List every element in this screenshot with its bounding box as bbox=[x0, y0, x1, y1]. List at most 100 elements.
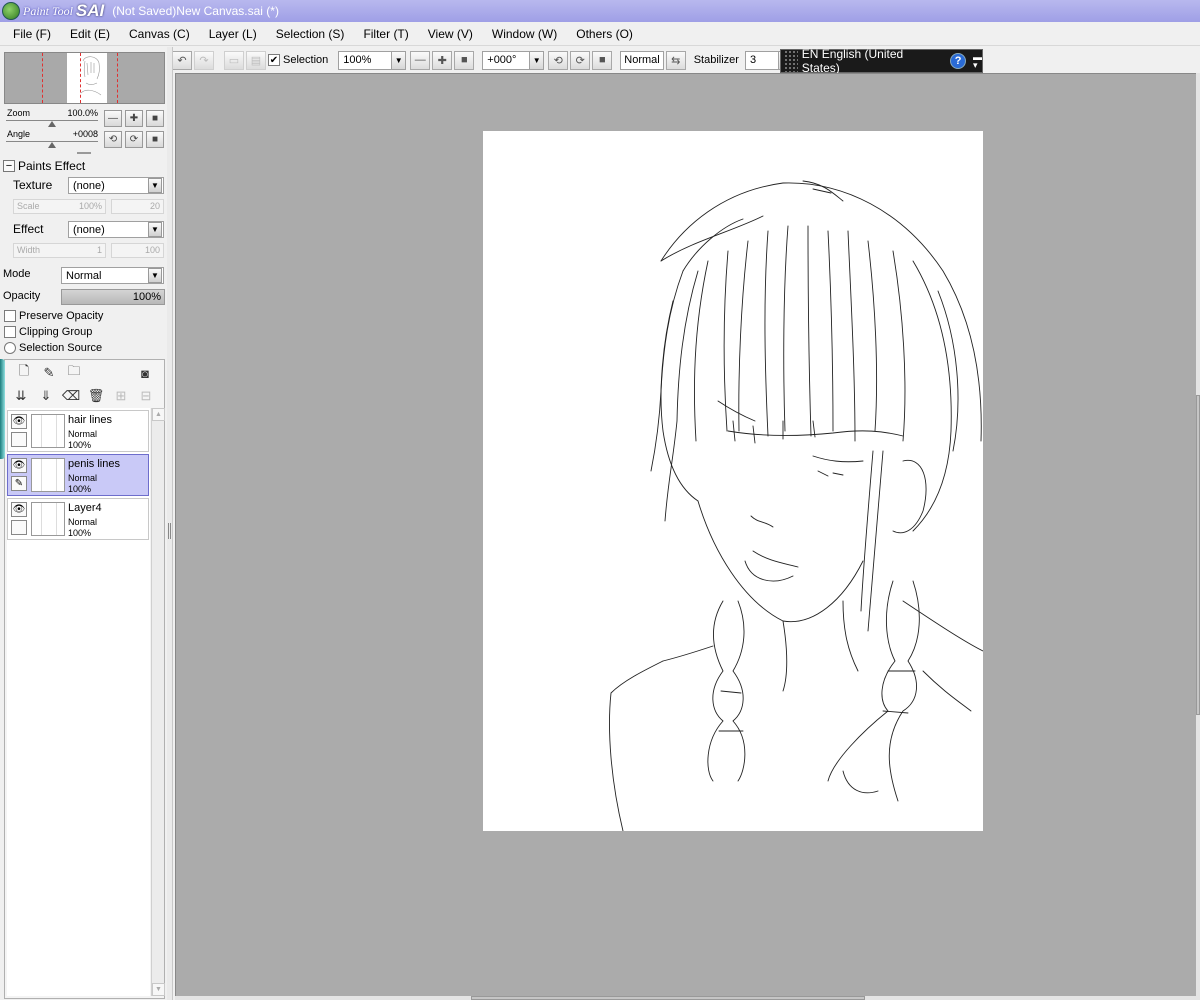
effect-select[interactable]: (none) ▼ bbox=[68, 221, 164, 238]
horizontal-scroll-thumb[interactable] bbox=[471, 996, 865, 1000]
selection-source-radio[interactable] bbox=[4, 342, 16, 354]
new-folder-icon[interactable]: 🗀 bbox=[65, 363, 83, 382]
selection-toggle[interactable]: ✔ Selection bbox=[268, 54, 328, 66]
delete-layer-icon[interactable]: 🗑 bbox=[87, 387, 105, 405]
new-linework-layer-icon[interactable]: ✎ bbox=[40, 364, 58, 382]
canvas-paper[interactable] bbox=[483, 131, 983, 831]
menu-canvas[interactable]: Canvas (C) bbox=[122, 27, 197, 41]
blend-mode-box[interactable]: Normal bbox=[620, 50, 664, 70]
menu-file[interactable]: File (F) bbox=[6, 27, 58, 41]
canvas-vertical-scrollbar[interactable] bbox=[1196, 73, 1200, 1000]
mask-apply-icon[interactable]: ⊞ bbox=[112, 387, 130, 405]
preserve-opacity-checkbox[interactable] bbox=[4, 310, 16, 322]
clipping-group-option[interactable]: Clipping Group bbox=[4, 326, 92, 338]
canvas-viewport[interactable] bbox=[175, 73, 1197, 997]
paints-effect-header[interactable]: − Paints Effect bbox=[3, 159, 85, 173]
vertical-scroll-thumb[interactable] bbox=[1196, 395, 1200, 715]
mode-label: Mode bbox=[3, 268, 31, 280]
zoom-in-button[interactable]: ✚ bbox=[432, 50, 453, 70]
ime-language[interactable]: EN English (United States) bbox=[802, 47, 942, 75]
menu-selection[interactable]: Selection (S) bbox=[269, 27, 352, 41]
layer-thumbnail bbox=[31, 458, 65, 492]
edit-indicator-icon[interactable] bbox=[11, 520, 27, 535]
ime-language-bar: EN English (United States) ? ▬ ▾ bbox=[780, 47, 983, 75]
canvas-horizontal-scrollbar[interactable] bbox=[175, 996, 1196, 1000]
grip-icon[interactable] bbox=[784, 50, 798, 72]
nav-zoom-reset-button[interactable]: ■ bbox=[146, 110, 164, 127]
menu-window[interactable]: Window (W) bbox=[485, 27, 564, 41]
layer-row[interactable]: 👁 Layer4 Normal 100% bbox=[7, 498, 149, 540]
chevron-down-icon[interactable]: ▼ bbox=[148, 268, 162, 283]
divider-grip[interactable] bbox=[168, 523, 171, 539]
eye-icon[interactable]: 👁 bbox=[11, 458, 27, 473]
layer-scrollbar[interactable]: ▲ ▼ bbox=[151, 408, 165, 996]
panel-resize-handle[interactable] bbox=[77, 152, 91, 154]
effect-value: (none) bbox=[73, 223, 105, 236]
nav-zoom-out-button[interactable]: — bbox=[104, 110, 122, 127]
chevron-down-icon[interactable]: ▼ bbox=[148, 178, 162, 193]
preserve-opacity-option[interactable]: Preserve Opacity bbox=[4, 310, 103, 322]
zoom-slider-thumb[interactable] bbox=[48, 121, 56, 127]
new-layer-icon[interactable]: 🗋 bbox=[15, 363, 33, 382]
nav-rotate-reset-button[interactable]: ■ bbox=[146, 131, 164, 148]
mask-delete-icon[interactable]: ⊟ bbox=[137, 387, 155, 405]
nav-rotate-right-button[interactable]: ⟳ bbox=[125, 131, 143, 148]
angle-slider[interactable]: Angle +0008 bbox=[6, 129, 98, 149]
collapse-icon[interactable]: − bbox=[3, 160, 15, 172]
zoom-combo[interactable]: 100% ▼ bbox=[338, 50, 407, 70]
scroll-down-icon[interactable]: ▼ bbox=[152, 983, 165, 996]
eye-icon[interactable]: 👁 bbox=[11, 414, 27, 429]
ime-options-icon[interactable]: ▬ ▾ bbox=[973, 53, 982, 70]
color-panel-tab[interactable] bbox=[0, 359, 5, 459]
blend-mode-select[interactable]: Normal ▼ bbox=[61, 267, 164, 284]
left-panel: Zoom 100.0% — ✚ ■ Angle +0008 ⟲ ⟳ ■ − Pa… bbox=[0, 47, 172, 1000]
panel-divider[interactable] bbox=[167, 47, 173, 1000]
clipping-group-checkbox[interactable] bbox=[4, 326, 16, 338]
zoom-reset-button[interactable]: ■ bbox=[454, 50, 475, 70]
menu-edit[interactable]: Edit (E) bbox=[63, 27, 117, 41]
clear-layer-icon[interactable]: ⌫ bbox=[62, 387, 80, 405]
redo-button[interactable]: ↷ bbox=[194, 50, 214, 70]
eye-icon[interactable]: 👁 bbox=[11, 502, 27, 517]
rotate-left-button[interactable]: ⟲ bbox=[548, 50, 569, 70]
pencil-icon[interactable]: ✎ bbox=[11, 476, 27, 491]
undo-button[interactable]: ↶ bbox=[172, 50, 192, 70]
zoom-out-button[interactable]: — bbox=[410, 50, 431, 70]
merge-down-icon[interactable]: ⇓ bbox=[37, 387, 55, 405]
angle-slider-thumb[interactable] bbox=[48, 142, 56, 148]
help-icon[interactable]: ? bbox=[950, 53, 967, 69]
selection-checkbox[interactable]: ✔ bbox=[268, 54, 280, 66]
selection-source-option[interactable]: Selection Source bbox=[4, 342, 102, 354]
chevron-down-icon[interactable]: ▼ bbox=[529, 51, 544, 69]
transfer-down-icon[interactable]: ⇊ bbox=[12, 387, 30, 405]
menu-others[interactable]: Others (O) bbox=[569, 27, 640, 41]
flip-button[interactable]: ⇆ bbox=[665, 50, 686, 70]
layer-row[interactable]: 👁 hair lines Normal 100% bbox=[7, 410, 149, 452]
nav-zoom-in-button[interactable]: ✚ bbox=[125, 110, 143, 127]
navigator-view-edge bbox=[42, 53, 43, 103]
nav-rotate-left-button[interactable]: ⟲ bbox=[104, 131, 122, 148]
zoom-slider[interactable]: Zoom 100.0% bbox=[6, 108, 98, 128]
scroll-up-icon[interactable]: ▲ bbox=[152, 408, 165, 421]
sketch-drawing bbox=[609, 180, 983, 831]
menu-layer[interactable]: Layer (L) bbox=[202, 27, 264, 41]
navigator-preview[interactable] bbox=[4, 52, 165, 104]
layer-row-selected[interactable]: 👁 ✎ penis lines Normal 100% bbox=[7, 454, 149, 496]
redo-icon: ↷ bbox=[199, 54, 209, 67]
invert-selection-button[interactable]: ▤ bbox=[246, 50, 266, 70]
menu-filter[interactable]: Filter (T) bbox=[356, 27, 415, 41]
deselect-button[interactable]: ▭ bbox=[224, 50, 244, 70]
edit-indicator-icon[interactable] bbox=[11, 432, 27, 447]
mask-icon[interactable]: ◙ bbox=[136, 364, 154, 382]
opacity-slider[interactable]: 100% bbox=[61, 289, 165, 305]
zoom-slider-label: Zoom bbox=[7, 108, 31, 118]
layer-panel: 🗋 ✎ 🗀 ◙ ⇊ ⇓ ⌫ 🗑 ⊞ ⊟ 👁 hair lines Normal … bbox=[4, 359, 165, 999]
rotate-right-button[interactable]: ⟳ bbox=[570, 50, 591, 70]
chevron-down-icon[interactable]: ▼ bbox=[148, 222, 162, 237]
angle-combo[interactable]: +000° ▼ bbox=[482, 50, 545, 70]
chevron-down-icon[interactable]: ▼ bbox=[391, 51, 406, 69]
rotate-reset-button[interactable]: ■ bbox=[592, 50, 613, 70]
menu-view[interactable]: View (V) bbox=[421, 27, 480, 41]
texture-select[interactable]: (none) ▼ bbox=[68, 177, 164, 194]
logo-sai: SAI bbox=[75, 1, 105, 20]
